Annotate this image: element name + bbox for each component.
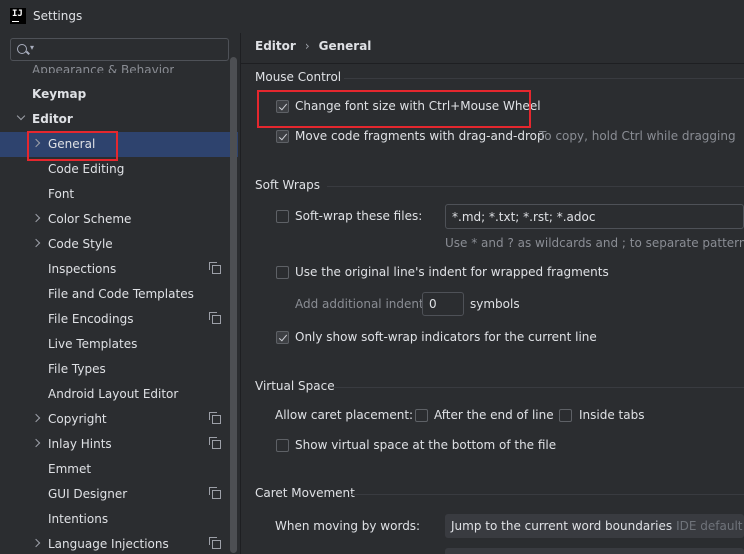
breadcrumb-current: General [318,39,372,53]
section-separator [327,186,744,187]
tree-item-intentions[interactable]: Intentions [0,507,238,532]
tree-item-label: Copyright [48,412,107,426]
moving-by-words-label: When moving by words: [275,519,421,533]
tree-item-file-encodings[interactable]: File Encodings [0,307,238,332]
section-title-caret-movement: Caret Movement [255,486,355,500]
additional-indent-unit: symbols [470,297,520,311]
drag-and-drop-hint: To copy, hold Ctrl while dragging [539,129,736,143]
tree-item-label: Live Templates [48,337,138,351]
search-history-dropdown-icon[interactable]: ▾ [30,43,34,52]
tree-item-label: Code Style [48,237,113,251]
tree-item-label: Inspections [48,262,117,276]
tree-item-file-types[interactable]: File Types [0,357,238,382]
sidebar-scrollbar[interactable] [230,57,237,553]
moving-by-words-dropdown[interactable]: Jump to the current word boundaries IDE d… [445,514,744,538]
tree-item-code-style[interactable]: Code Style [0,232,238,257]
settings-content: Editor › General Mouse Control Change font… [241,33,744,554]
tree-item-label: Language Injections [48,537,169,551]
section-title-soft-wraps: Soft Wraps [255,178,320,192]
search-icon [17,44,27,54]
highlight-box-general [27,131,118,161]
tree-item-label: GUI Designer [48,487,128,501]
tree-item-live-templates[interactable]: Live Templates [0,332,238,357]
chevron-right-icon[interactable] [31,438,41,448]
header-divider [241,63,744,64]
project-scope-icon [209,262,221,274]
tree-item-font[interactable]: Font [0,182,238,207]
breadcrumb: Editor › General [255,39,371,53]
soft-wrap-indicators-checkbox[interactable] [276,331,289,344]
project-scope-icon [209,312,221,324]
chevron-right-icon[interactable] [31,538,41,548]
settings-window: IJ Settings ▾ Appearance & Behavior Keym… [0,0,744,554]
drag-and-drop-checkbox[interactable] [276,130,289,143]
soft-wrap-patterns-input[interactable] [445,204,744,229]
section-title-virtual-space: Virtual Space [255,379,335,393]
original-indent-checkbox[interactable] [276,266,289,279]
tree-item-label: Intentions [48,512,109,526]
inside-tabs-label: Inside tabs [579,408,645,422]
soft-wrap-files-checkbox[interactable] [276,210,289,223]
tree-item-label: Inlay Hints [48,437,112,451]
tree-item-android-layout-editor[interactable]: Android Layout Editor [0,382,238,407]
tree-item-label: File Types [48,362,106,376]
settings-sidebar: ▾ Appearance & Behavior Keymap Editor Ge… [0,33,240,554]
chevron-right-icon[interactable] [31,213,41,223]
tree-item-label: Keymap [32,87,87,101]
tree-item-copyright[interactable]: Copyright [0,407,238,432]
virtual-space-bottom-label: Show virtual space at the bottom of the … [295,438,557,452]
tree-item-editor[interactable]: Editor [0,107,238,132]
inside-tabs-checkbox[interactable] [559,409,572,422]
highlight-box-ctrl-wheel [257,90,531,128]
project-scope-icon [209,412,221,424]
section-title-mouse-control: Mouse Control [255,70,342,84]
tree-item-label: File and Code Templates [48,287,194,301]
soft-wrap-files-label: Soft-wrap these files: [295,209,423,223]
project-scope-icon [209,487,221,499]
settings-search-input[interactable] [39,41,224,58]
window-title: Settings [33,9,83,23]
virtual-space-bottom-checkbox[interactable] [276,439,289,452]
chevron-right-icon[interactable] [31,413,41,423]
tree-item-label: Editor [32,112,73,126]
tree-item-language-injections[interactable]: Language Injections [0,532,238,554]
soft-wrap-indicators-label: Only show soft-wrap indicators for the c… [295,330,597,344]
next-dropdown-cut-off[interactable] [445,548,744,554]
caret-placement-label: Allow caret placement: [275,408,414,422]
tree-item-label: Color Scheme [48,212,132,226]
drag-and-drop-label: Move code fragments with drag-and-drop [295,129,545,143]
breadcrumb-parent[interactable]: Editor [255,39,296,53]
section-separator [344,78,744,79]
project-scope-icon [209,437,221,449]
after-end-of-line-checkbox[interactable] [415,409,428,422]
tree-item-cut-off: Appearance & Behavior [32,63,175,73]
tree-item-label: File Encodings [48,312,134,326]
soft-wrap-patterns-hint: Use * and ? as wildcards and ; to separa… [445,236,744,250]
chevron-down-icon[interactable] [16,111,26,121]
settings-search-box[interactable]: ▾ [10,38,229,61]
tree-item-label: Font [48,187,75,201]
project-scope-icon [209,537,221,549]
tree-item-label: Android Layout Editor [48,387,179,401]
tree-item-color-scheme[interactable]: Color Scheme [0,207,238,232]
section-separator [351,494,744,495]
chevron-right-icon[interactable] [31,238,41,248]
tree-item-label: Emmet [48,462,92,476]
additional-indent-label: Add additional indent: [295,297,428,311]
title-bar: IJ Settings [0,0,744,33]
tree-item-gui-designer[interactable]: GUI Designer [0,482,238,507]
moving-by-words-value: Jump to the current word boundaries [451,519,673,533]
original-indent-label: Use the original line's indent for wrapp… [295,265,609,279]
tree-item-emmet[interactable]: Emmet [0,457,238,482]
tree-item-inlay-hints[interactable]: Inlay Hints [0,432,238,457]
moving-by-words-default: IDE default [676,519,743,533]
section-separator [334,387,744,388]
tree-item-file-and-code-templates[interactable]: File and Code Templates [0,282,238,307]
after-end-of-line-label: After the end of line [434,408,554,422]
additional-indent-input[interactable] [422,292,464,316]
tree-item-inspections[interactable]: Inspections [0,257,238,282]
tree-item-keymap[interactable]: Keymap [0,82,238,107]
breadcrumb-separator-icon: › [304,39,310,53]
intellij-logo-icon: IJ [10,8,26,24]
